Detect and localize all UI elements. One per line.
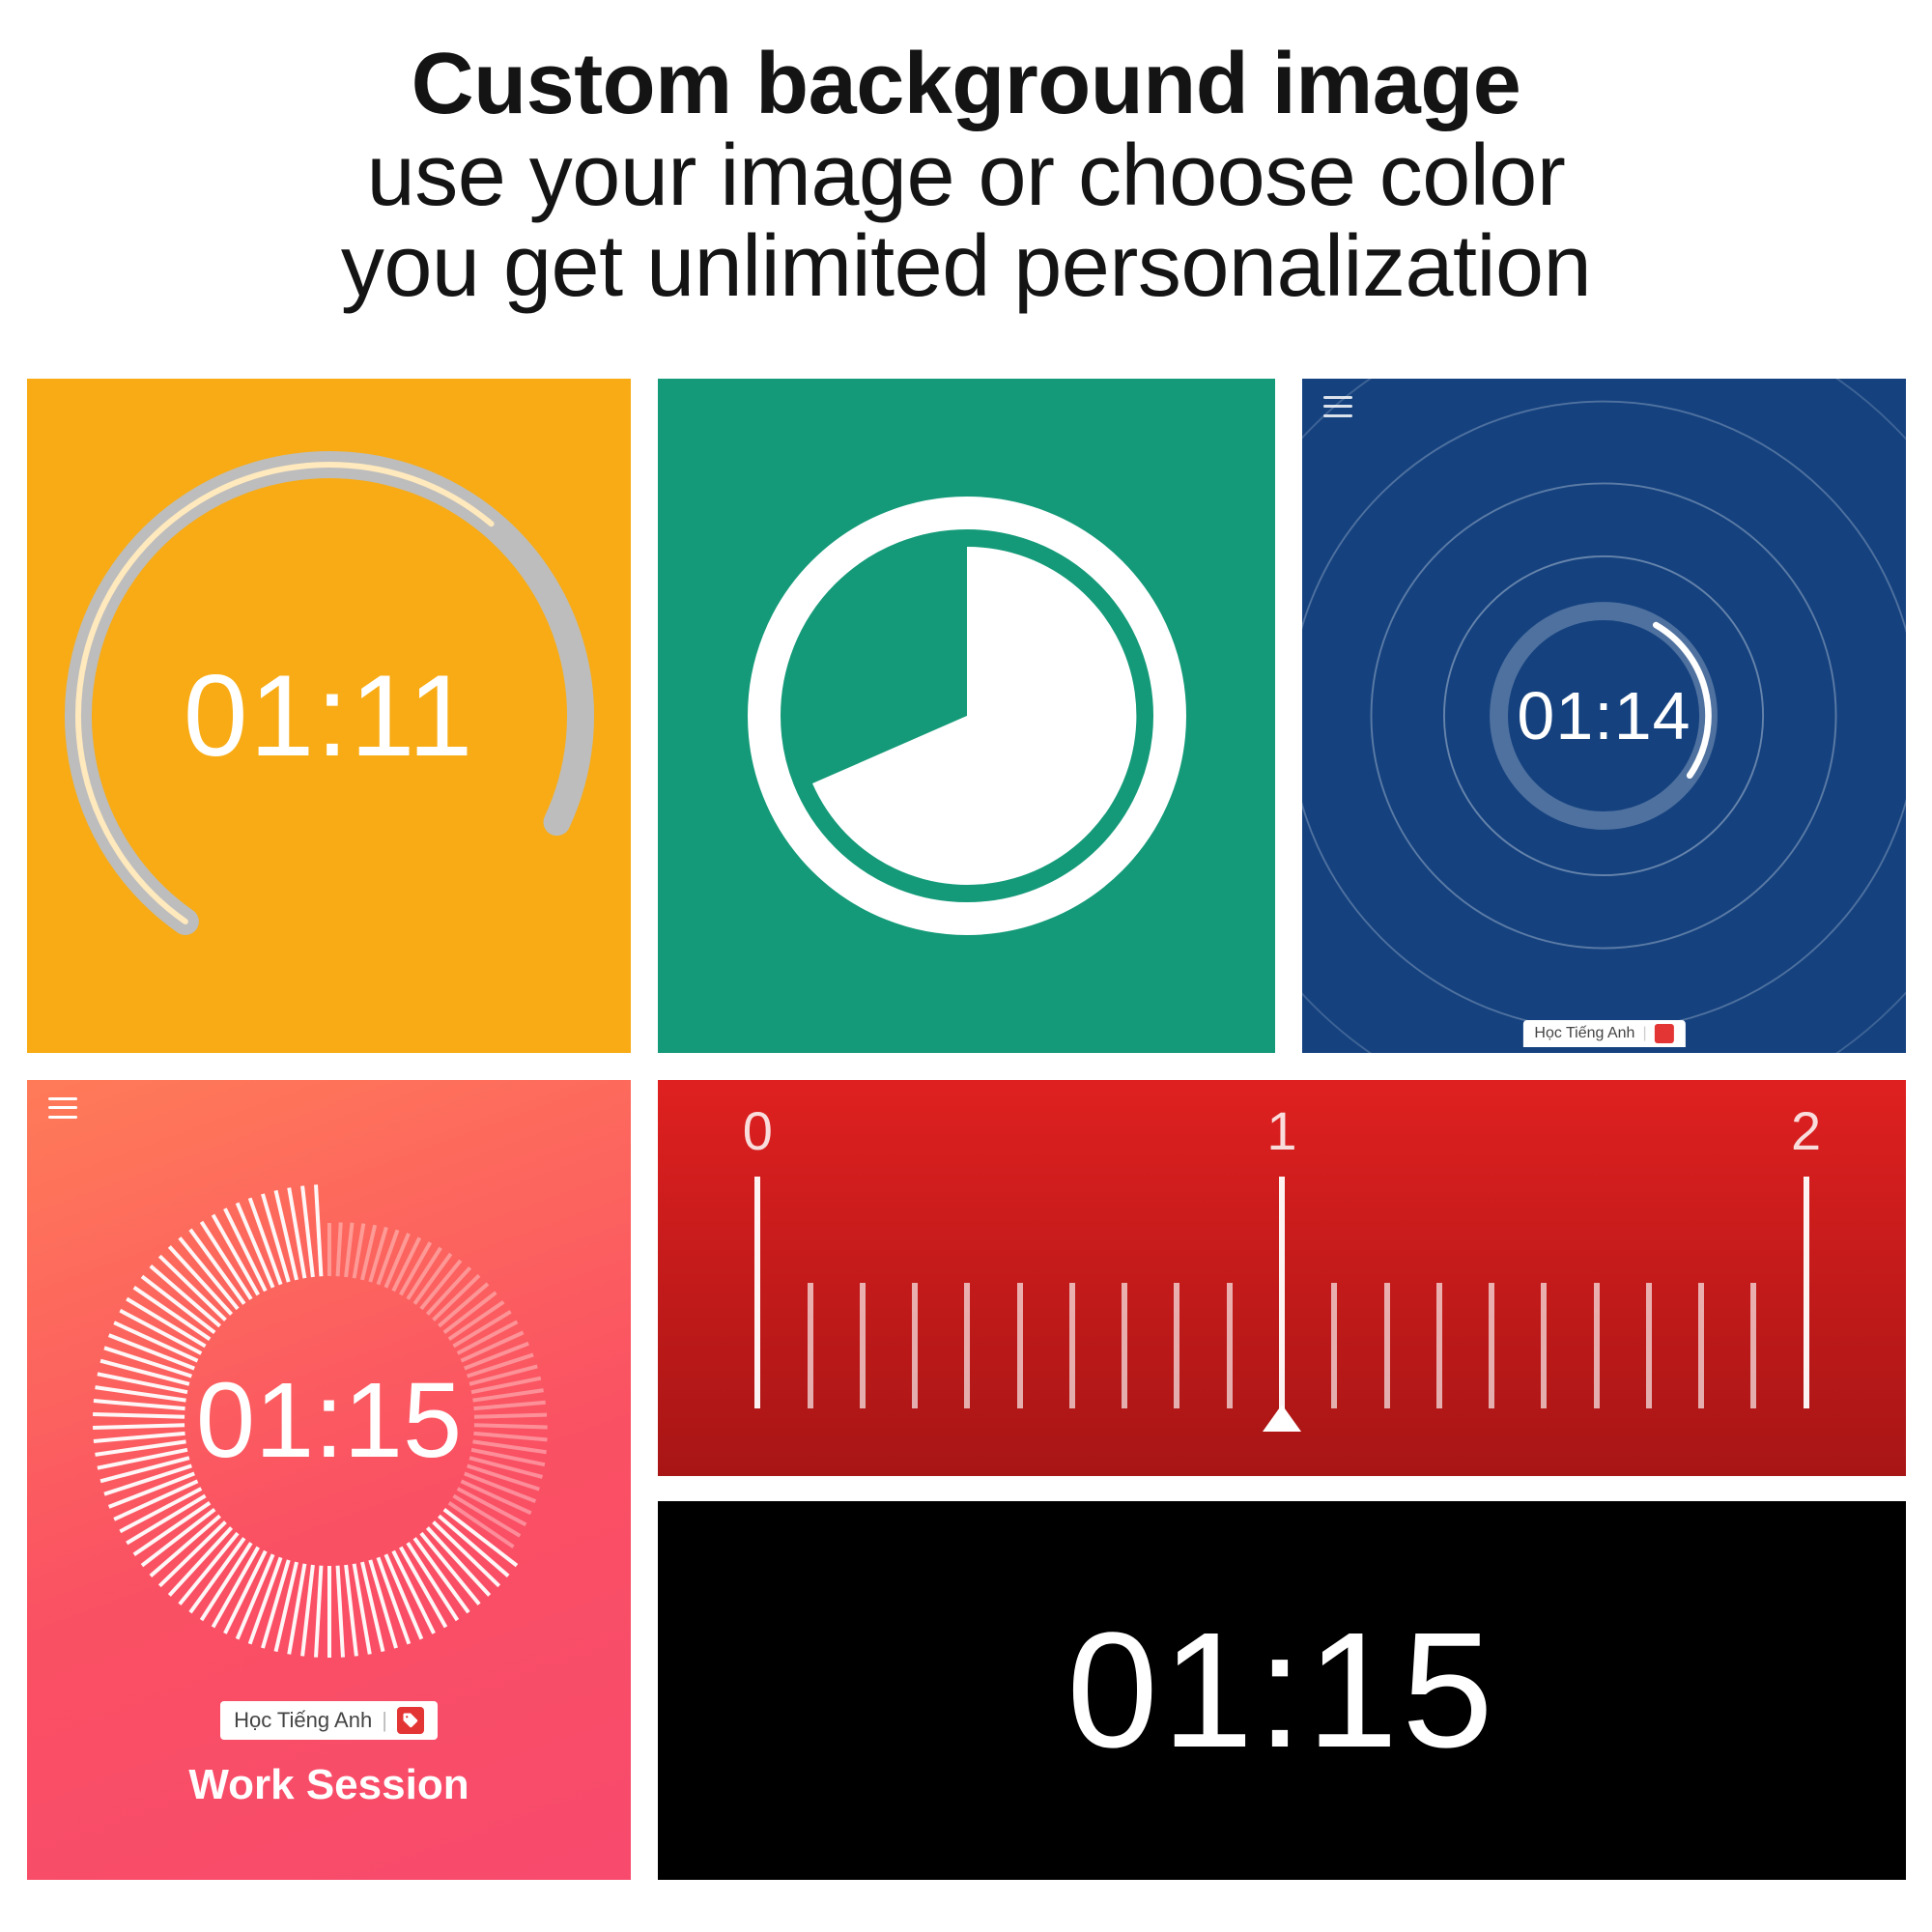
ruler-pointer-icon — [1263, 1405, 1301, 1432]
ruler-tick-minor — [1017, 1283, 1023, 1408]
ruler-tick-major — [1804, 1177, 1809, 1408]
ruler-tick-minor — [860, 1283, 866, 1408]
ruler-tick-minor — [1384, 1283, 1390, 1408]
activity-tag[interactable]: Học Tiếng Anh | — [220, 1701, 438, 1740]
ruler-tick-minor — [1489, 1283, 1494, 1408]
ruler-tick-minor — [1594, 1283, 1600, 1408]
theme-grid: 01:11 01:14 Học Tiếng An — [0, 352, 1932, 1932]
ruler-number: 0 — [743, 1099, 773, 1162]
timer-value: 01:14 — [1517, 677, 1690, 754]
theme-tile-teal[interactable] — [658, 379, 1275, 1053]
ruler-tick-minor — [808, 1283, 813, 1408]
pie-progress-icon — [745, 494, 1189, 938]
timer-value: 01:15 — [78, 1170, 581, 1672]
theme-tile-black[interactable]: 01:15 — [658, 1501, 1906, 1880]
ruler-number: 1 — [1266, 1099, 1296, 1162]
ruler-tick-minor — [1069, 1283, 1075, 1408]
tag-icon — [1655, 1024, 1674, 1043]
headline-block: Custom background image use your image o… — [0, 0, 1932, 352]
activity-tag-text: Học Tiếng Anh — [1534, 1025, 1634, 1042]
ruler-tick-minor — [1646, 1283, 1652, 1408]
theme-tile-navy[interactable]: 01:14 Học Tiếng Anh | — [1302, 379, 1906, 1053]
timer-value: 01:11 — [184, 649, 474, 782]
ruler-tick-minor — [1122, 1283, 1127, 1408]
headline-line3: you get unlimited personalization — [77, 221, 1855, 313]
theme-tile-ruler[interactable]: 0 1 2 — [658, 1080, 1906, 1476]
ruler-tick-major — [754, 1177, 760, 1408]
ruler-tick-minor — [1750, 1283, 1756, 1408]
ruler-tick-minor — [1436, 1283, 1442, 1408]
tag-icon — [397, 1707, 424, 1734]
session-label: Work Session — [188, 1761, 469, 1809]
activity-tag[interactable]: Học Tiếng Anh | — [1522, 1020, 1685, 1047]
activity-tag-text: Học Tiếng Anh — [234, 1708, 372, 1733]
ruler-tick-minor — [1227, 1283, 1233, 1408]
ruler-tick-minor — [964, 1283, 970, 1408]
headline-title: Custom background image — [77, 39, 1855, 130]
ruler-tick-minor — [1331, 1283, 1337, 1408]
ruler-tick-minor — [1541, 1283, 1547, 1408]
headline-line2: use your image or choose color — [77, 130, 1855, 222]
theme-tile-coral[interactable]: 01:15 Học Tiếng Anh | Work Session — [27, 1080, 631, 1880]
theme-tile-orange[interactable]: 01:11 — [27, 379, 631, 1053]
ruler-number: 2 — [1791, 1099, 1821, 1162]
ruler-tick-major — [1279, 1177, 1285, 1408]
ruler-tick-minor — [1174, 1283, 1179, 1408]
timer-value: 01:15 — [1066, 1596, 1496, 1785]
ruler-tick-minor — [912, 1283, 918, 1408]
menu-icon[interactable] — [48, 1097, 77, 1119]
radial-tick-dial: 01:15 — [78, 1170, 581, 1672]
ruler-tick-minor — [1698, 1283, 1704, 1408]
